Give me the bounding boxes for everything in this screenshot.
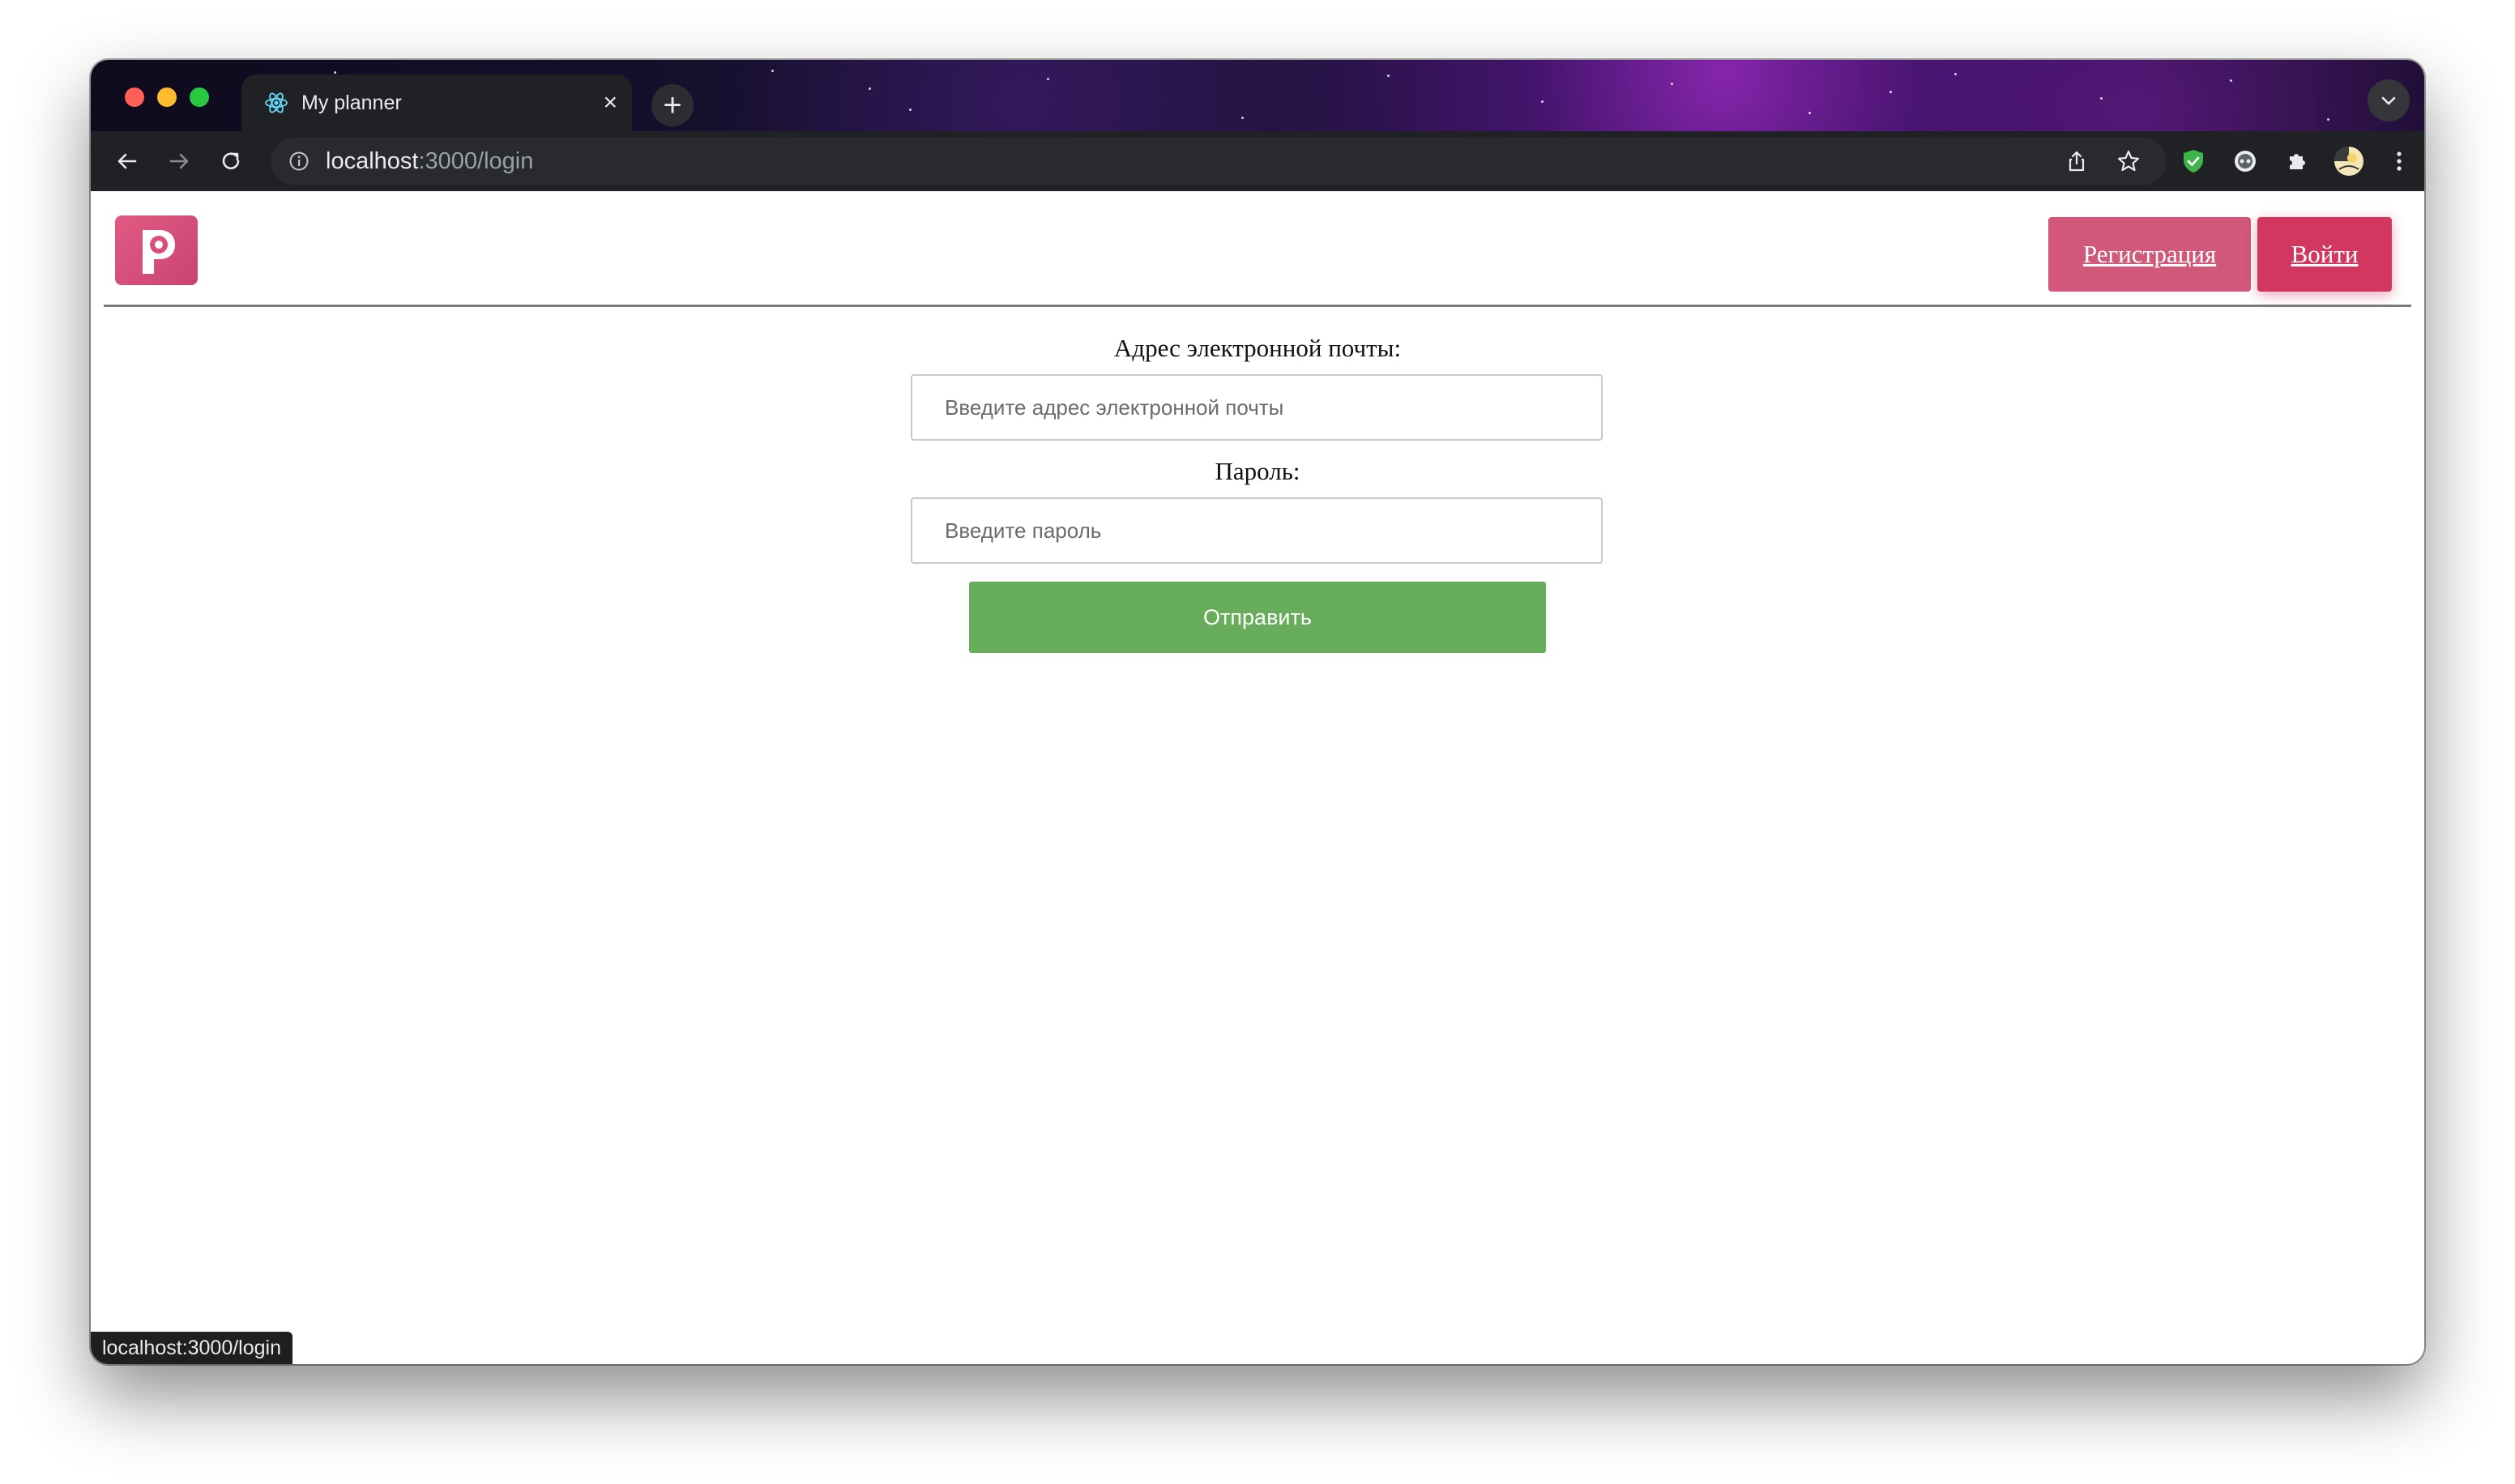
url-path: :3000/login (418, 147, 534, 174)
planner-logo-icon[interactable] (115, 215, 198, 285)
password-input[interactable] (911, 497, 1603, 564)
tab-strip: My planner × + (91, 60, 2424, 131)
tab-close-icon[interactable]: × (603, 91, 617, 115)
password-label: Пароль: (1215, 457, 1300, 485)
back-arrow-icon[interactable] (109, 143, 146, 180)
url-host: localhost (326, 147, 419, 174)
adblock-shield-icon[interactable] (2175, 143, 2212, 180)
email-input[interactable] (911, 374, 1603, 441)
url-text: localhost:3000/login (326, 148, 533, 175)
close-window-button[interactable] (125, 87, 144, 107)
status-bar-url: localhost:3000/login (91, 1332, 292, 1364)
login-button[interactable]: Войти (2257, 217, 2392, 292)
forward-arrow-icon[interactable] (160, 143, 198, 180)
profile-avatar-icon[interactable] (2330, 143, 2368, 180)
new-tab-button[interactable]: + (651, 84, 694, 126)
register-button[interactable]: Регистрация (2048, 217, 2251, 292)
bookmark-star-icon[interactable] (2110, 143, 2147, 180)
address-bar[interactable]: localhost:3000/login (271, 138, 2167, 185)
maximize-window-button[interactable] (190, 87, 209, 107)
browser-window: My planner × + localhost:3000/login Реги… (91, 60, 2424, 1364)
email-label: Адрес электронной почты: (1113, 334, 1402, 362)
more-menu-icon[interactable] (2380, 143, 2418, 180)
extension-icon-2[interactable] (2227, 143, 2264, 180)
tab-my-planner[interactable]: My planner × (241, 75, 632, 131)
puzzle-extensions-icon[interactable] (2278, 143, 2316, 180)
page-content: Регистрация Войти Адрес электронной почт… (91, 191, 2424, 1364)
minimize-window-button[interactable] (157, 87, 177, 107)
header-divider (104, 305, 2411, 307)
reload-icon[interactable] (212, 143, 250, 180)
tab-title: My planner (301, 91, 402, 114)
react-atom-icon (263, 89, 290, 117)
tab-search-chevron-icon[interactable] (2368, 79, 2410, 122)
share-icon[interactable] (2058, 143, 2095, 180)
submit-button[interactable]: Отправить (969, 582, 1546, 653)
site-info-icon[interactable] (287, 149, 311, 173)
browser-toolbar: localhost:3000/login (91, 131, 2424, 191)
